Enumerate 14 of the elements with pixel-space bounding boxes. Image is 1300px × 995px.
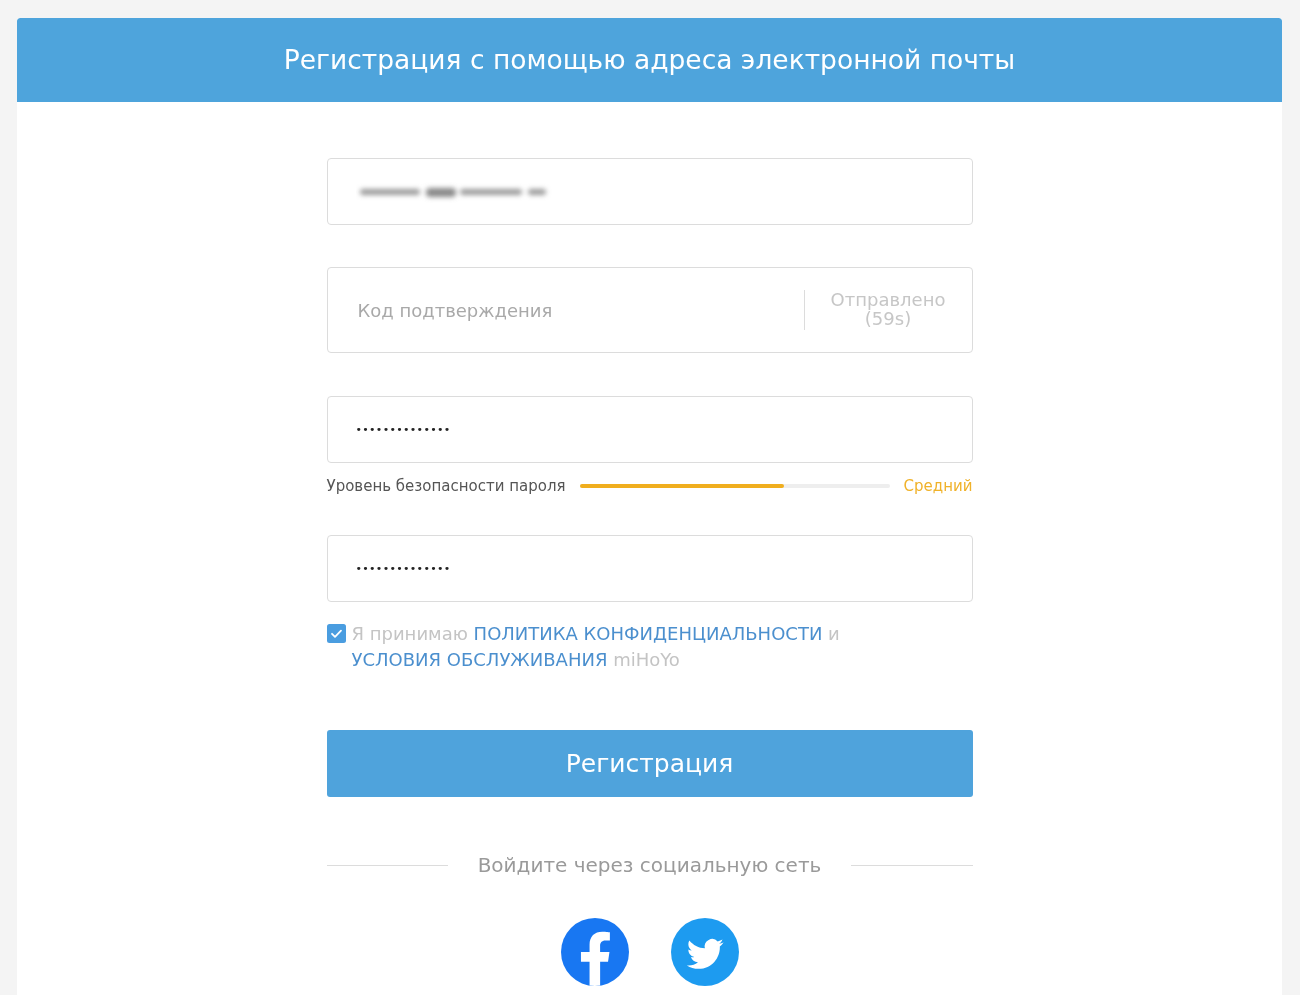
bird-icon[interactable] [670,918,739,986]
register-button[interactable]: Регистрация [326,730,973,797]
letter-f-icon[interactable] [560,918,629,986]
email-field[interactable] [326,158,973,225]
strength-reading: Средний [903,475,973,497]
password-field[interactable]: •••••••••••••• [326,396,973,463]
policy-link[interactable]: ПОЛИТИКА КОНФИДЕНЦИАЛЬНОСТИ [473,623,823,644]
policy-link[interactable]: УСЛОВИЯ ОБСЛУЖИВАНИЯ [351,649,608,670]
checkbox[interactable] [326,624,346,643]
strength-label: Уровень безопасности пароля [326,475,566,497]
form-title: Регистрация с помощью адреса электронной почты [283,43,1016,78]
confirm-password-field[interactable]: •••••••••••••• [326,535,973,602]
social-login-label: Войдите через социальную сеть [477,852,822,879]
agreement-text: Я принимаю ПОЛИТИКА КОНФИДЕНЦИАЛЬНОСТИ и УСЛОВИЯ ОБСЛУЖИВАНИЯ miHoYo [351,622,841,672]
